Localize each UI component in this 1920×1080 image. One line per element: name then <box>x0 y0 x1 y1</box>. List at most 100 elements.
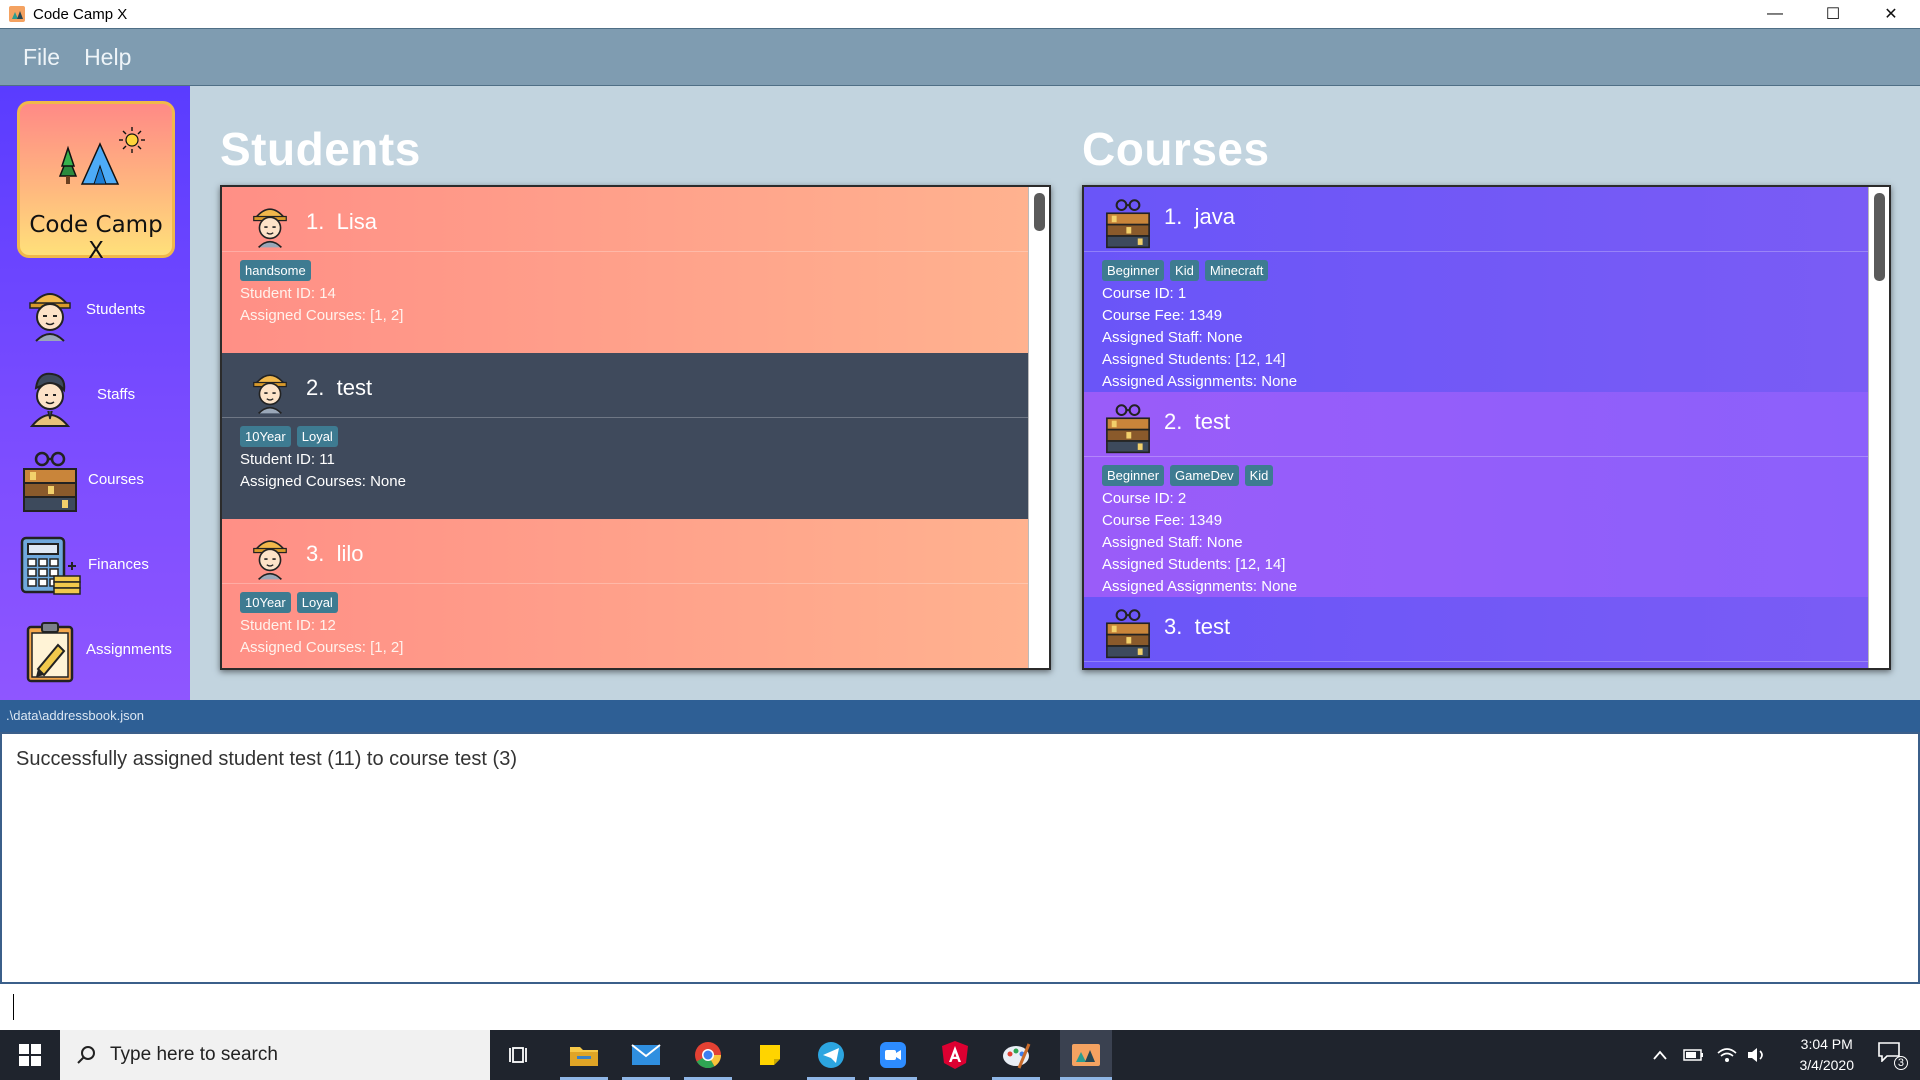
start-button[interactable] <box>0 1030 60 1080</box>
sidebar-item-label: Staffs <box>97 386 136 403</box>
sidebar-item-label: Finances <box>88 556 149 573</box>
sidebar-item-assignments[interactable]: Assignments <box>0 611 190 691</box>
assigned-courses: Assigned Courses: [1, 2] <box>240 639 404 656</box>
assigned-assignments: Assigned Assignments: None <box>1102 578 1298 595</box>
taskbar-telegram[interactable] <box>813 1037 849 1073</box>
folder-icon <box>570 1047 598 1066</box>
course-id: Course ID: 1 <box>1102 285 1187 302</box>
app-logo: Code Camp X <box>17 101 175 264</box>
student-name: 1. Lisa <box>306 209 377 234</box>
taskbar-angular[interactable] <box>937 1037 973 1073</box>
notification-count: 3 <box>1893 1056 1908 1070</box>
assigned-staff: Assigned Staff: None <box>1102 329 1243 346</box>
wifi-icon[interactable] <box>1716 1046 1738 1064</box>
status-bar: .\data\addressbook.json <box>0 700 1920 732</box>
calculator-icon <box>20 536 81 595</box>
courses-title: Courses <box>1082 123 1270 175</box>
student-card[interactable]: 3. lilo 10Year Loyal Student ID: 12 Assi… <box>222 519 1031 668</box>
student-card[interactable]: 2. test 10Year Loyal Student ID: 11 Assi… <box>222 353 1031 519</box>
sidebar-item-courses[interactable]: Courses <box>0 441 190 521</box>
volume-icon[interactable] <box>1746 1046 1768 1064</box>
minimize-icon: — <box>1767 5 1783 22</box>
tag-list: 10Year Loyal <box>240 592 344 613</box>
data-file-path: .\data\addressbook.json <box>6 708 145 723</box>
menu-file[interactable]: File <box>23 44 60 71</box>
students-title: Students <box>220 123 421 175</box>
menu-help[interactable]: Help <box>84 44 131 71</box>
window-title: Code Camp X <box>33 5 128 23</box>
sticky-notes-icon <box>760 1045 780 1065</box>
sidebar-item-finances[interactable]: Finances <box>0 526 190 606</box>
angular-icon <box>942 1041 968 1069</box>
sidebar-item-students[interactable]: Students <box>0 271 190 351</box>
student-card-header: 2. test <box>222 353 1031 418</box>
taskbar: Type here to search 3:04 PM 3/4/2020 3 <box>0 1030 1920 1080</box>
taskbar-zoom[interactable] <box>875 1037 911 1073</box>
tag-list: 10Year Loyal <box>240 426 344 447</box>
student-details: Student ID: 14 Assigned Courses: [1, 2] <box>240 283 403 327</box>
taskbar-search[interactable]: Type here to search <box>60 1030 490 1080</box>
taskbar-file-explorer[interactable] <box>566 1037 602 1073</box>
course-name: 3. test <box>1164 614 1231 639</box>
taskbar-mail[interactable] <box>628 1037 664 1073</box>
task-view-icon <box>509 1047 527 1063</box>
camp-logo-icon <box>58 127 145 185</box>
student-card-header: 3. lilo <box>222 519 1031 584</box>
action-center-button[interactable]: 3 <box>1878 1042 1908 1070</box>
result-message: Successfully assigned student test (11) … <box>16 748 517 770</box>
staff-icon <box>29 372 71 427</box>
battery-icon[interactable] <box>1683 1047 1705 1063</box>
tag: Loyal <box>296 592 338 613</box>
courses-icon <box>1106 199 1150 249</box>
maximize-button[interactable]: ☐ <box>1804 0 1862 28</box>
student-card[interactable]: 1. Lisa handsome Student ID: 14 Assigned… <box>222 187 1031 353</box>
assigned-courses: Assigned Courses: None <box>240 473 406 490</box>
tag: Minecraft <box>1204 260 1269 281</box>
tag-list: Beginner GameDev Kid <box>1102 465 1279 486</box>
close-icon: ✕ <box>1884 6 1898 23</box>
assigned-students: Assigned Students: [12, 14] <box>1102 556 1286 573</box>
students-scrollbar[interactable] <box>1028 187 1049 668</box>
sidebar-item-label: Assignments <box>86 641 172 658</box>
student-icon <box>253 374 287 414</box>
task-view-button[interactable] <box>502 1037 538 1073</box>
command-input[interactable] <box>0 984 1920 1030</box>
scrollbar-thumb[interactable] <box>1874 193 1885 281</box>
student-icon <box>29 293 71 342</box>
student-icon <box>253 540 287 580</box>
course-card[interactable]: 3. test <box>1084 597 1871 668</box>
students-list[interactable]: 1. Lisa handsome Student ID: 14 Assigned… <box>220 185 1051 670</box>
chevron-up-icon[interactable] <box>1652 1048 1668 1062</box>
student-card-header: 1. Lisa <box>222 187 1031 252</box>
sidebar: Code Camp X Students Staffs Courses Fina… <box>0 86 190 700</box>
tag: 10Year <box>240 426 291 447</box>
courses-scrollbar[interactable] <box>1868 187 1889 668</box>
course-card-header: 1. java <box>1084 187 1871 252</box>
clock-date: 3/4/2020 <box>1799 1057 1855 1073</box>
window-title-bar: Code Camp X — ☐ ✕ <box>0 0 1920 28</box>
tag: Beginner <box>1102 260 1165 281</box>
taskbar-chrome[interactable] <box>690 1037 726 1073</box>
sidebar-item-staffs[interactable]: Staffs <box>0 356 190 436</box>
course-card[interactable]: 1. java Beginner Kid Minecraft Course ID… <box>1084 187 1871 392</box>
logo-text: Code Camp X <box>29 212 163 264</box>
course-details: Course ID: 2 Course Fee: 1349 Assigned S… <box>1102 488 1297 598</box>
clipboard-icon <box>26 622 74 683</box>
taskbar-sticky-notes[interactable] <box>752 1037 788 1073</box>
taskbar-clock[interactable]: 3:04 PM 3/4/2020 <box>1800 1034 1855 1076</box>
student-id: Student ID: 11 <box>240 451 335 468</box>
taskbar-paint[interactable] <box>998 1037 1034 1073</box>
tag-list: handsome <box>240 260 317 281</box>
course-name: 2. test <box>1164 409 1231 434</box>
taskbar-code-camp-x[interactable] <box>1060 1030 1112 1080</box>
scrollbar-thumb[interactable] <box>1034 193 1045 231</box>
search-icon <box>77 1046 95 1064</box>
courses-icon <box>1106 609 1150 659</box>
minimize-button[interactable]: — <box>1746 0 1804 28</box>
course-fee: Course Fee: 1349 <box>1102 307 1223 324</box>
courses-list[interactable]: 1. java Beginner Kid Minecraft Course ID… <box>1082 185 1891 670</box>
tag: GameDev <box>1170 465 1239 486</box>
mail-icon <box>631 1044 661 1065</box>
course-card[interactable]: 2. test Beginner GameDev Kid Course ID: … <box>1084 392 1871 597</box>
close-button[interactable]: ✕ <box>1862 0 1920 28</box>
